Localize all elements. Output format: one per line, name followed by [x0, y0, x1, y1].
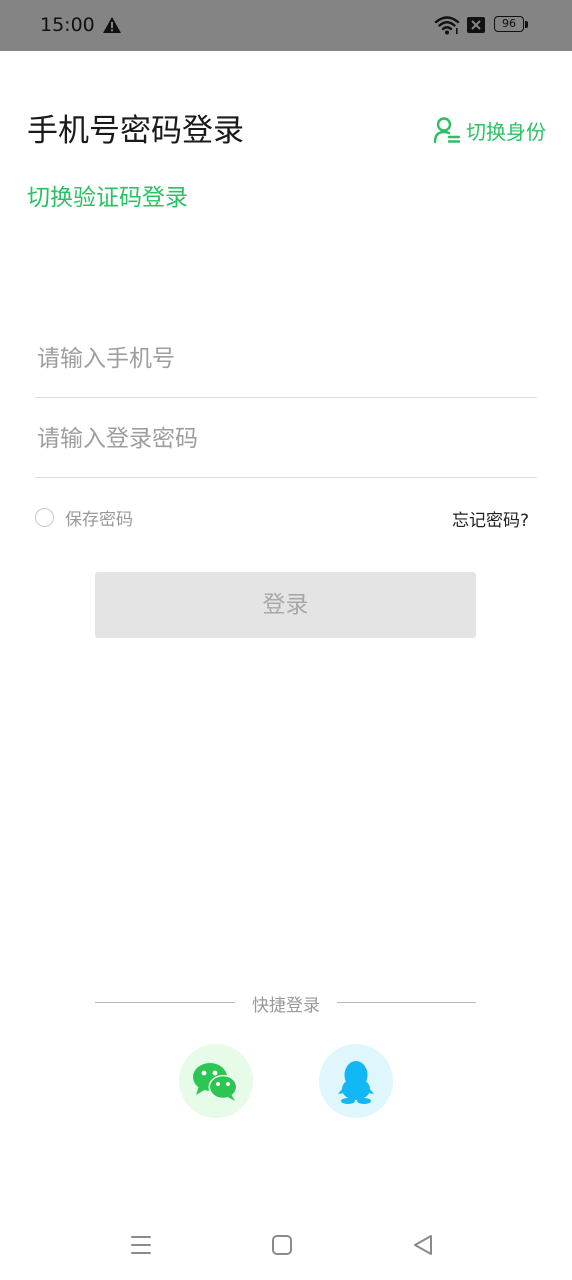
switch-user-icon — [433, 117, 461, 144]
quick-login-divider-left — [95, 1002, 235, 1003]
no-sim-icon — [467, 17, 485, 33]
wechat-login-button[interactable] — [179, 1044, 253, 1118]
wechat-icon — [193, 1063, 238, 1101]
remember-password-label: 保存密码 — [65, 510, 133, 530]
warning-icon — [103, 17, 121, 33]
battery-icon: 96 — [494, 16, 524, 32]
login-screen: 15:00 96 手机号密码登录 切换身份 切换验证码登录 请输入手机号 保存密… — [0, 0, 572, 1280]
remember-radio[interactable] — [35, 508, 54, 527]
password-divider — [35, 477, 537, 478]
switch-identity-button[interactable]: 切换身份 — [432, 114, 546, 146]
forgot-password-link[interactable]: 忘记密码? — [452, 506, 529, 531]
wifi-icon — [434, 16, 460, 35]
status-bar: 15:00 96 — [0, 0, 572, 51]
menu-icon[interactable] — [128, 1232, 154, 1258]
phone-input[interactable] — [35, 336, 541, 382]
status-time: 15:00 — [40, 14, 95, 36]
page-title: 手机号密码登录 — [27, 113, 244, 149]
phone-divider — [35, 397, 537, 398]
switch-code-login-link[interactable]: 切换验证码登录 — [27, 182, 188, 214]
back-icon[interactable] — [410, 1232, 436, 1258]
quick-login-label: 快捷登录 — [252, 996, 320, 1016]
remember-password-toggle[interactable]: 保存密码 — [35, 505, 133, 530]
qq-login-button[interactable] — [319, 1044, 393, 1118]
login-button[interactable]: 登录 — [95, 572, 476, 638]
home-icon[interactable] — [269, 1232, 295, 1258]
battery-nub — [525, 21, 528, 28]
password-input[interactable] — [35, 416, 541, 462]
switch-identity-label: 切换身份 — [466, 119, 546, 144]
quick-login-divider-right — [337, 1002, 476, 1003]
qq-icon — [338, 1061, 374, 1104]
